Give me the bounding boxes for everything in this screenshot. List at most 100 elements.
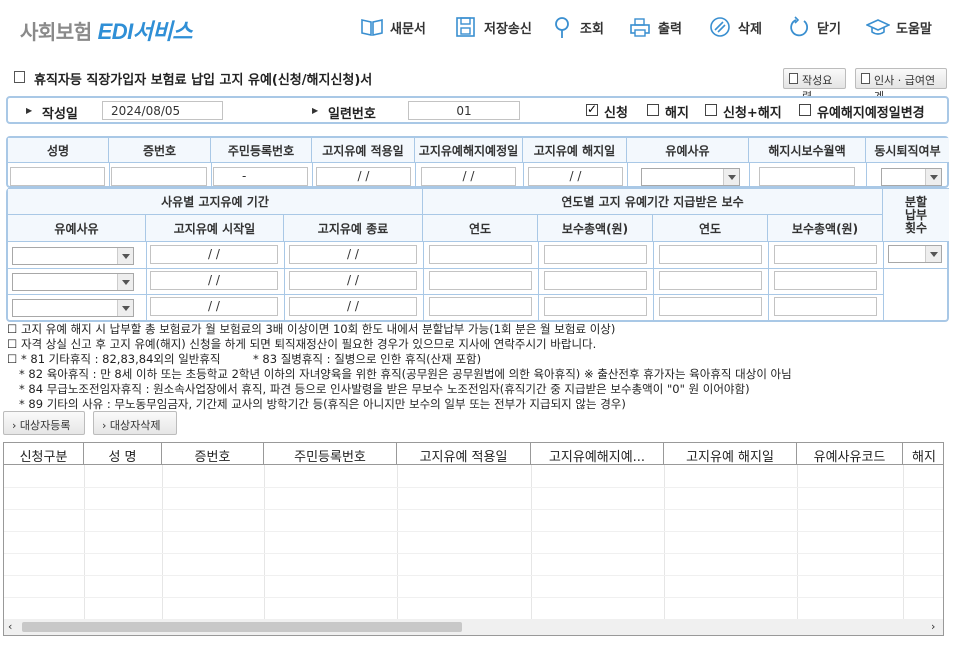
- column-header[interactable]: 고지유예 해지일: [664, 443, 797, 465]
- column-header[interactable]: 고지유예해지예...: [531, 443, 664, 465]
- delete-icon: [708, 15, 732, 39]
- register-target-label: 대상자등록: [19, 419, 71, 432]
- nav-new-document[interactable]: 새문서: [360, 14, 426, 40]
- year-input[interactable]: [659, 245, 762, 264]
- notes: ☐ 고지 유예 해지 시 납부할 총 보험료가 월 보험료의 3배 이상이면 1…: [7, 322, 947, 412]
- serial-label: 일련번호: [328, 107, 376, 122]
- row-divider: [8, 268, 949, 269]
- applicant-grid: 성명 증번호 주민등록번호 고지유예 적용일 고지유예해지예정일 고지유예 해지…: [6, 136, 949, 188]
- scrollbar-thumb[interactable]: [22, 622, 462, 632]
- year-input[interactable]: [659, 297, 762, 316]
- document-icon: [14, 71, 25, 83]
- hr-link-button[interactable]: 인사 · 급여연계: [855, 68, 947, 103]
- cert-no-input[interactable]: [111, 167, 207, 186]
- register-target-button[interactable]: › 대상자등록: [3, 411, 85, 435]
- end-date-input[interactable]: / /: [289, 245, 417, 264]
- row-divider: [8, 294, 883, 295]
- nav-label: 새문서: [390, 21, 426, 37]
- retire-select[interactable]: [881, 168, 942, 186]
- planned-cancel-date-input[interactable]: / /: [421, 167, 516, 186]
- header-year-2: 연도: [653, 215, 768, 242]
- date-label: 작성일: [42, 107, 78, 122]
- divider: [627, 163, 628, 188]
- date-field[interactable]: 2024/08/05: [102, 101, 223, 120]
- cancel-checkbox[interactable]: [647, 104, 659, 116]
- period-grid: 사유별 고지유예 기간 연도별 고지 유예기간 지급받은 보수 분할납부횟수 유…: [6, 188, 949, 322]
- column-header[interactable]: 증번호: [162, 443, 264, 465]
- reason-select[interactable]: [12, 247, 134, 265]
- pay-total-input[interactable]: [544, 297, 647, 316]
- nav-save-send[interactable]: 저장송신: [454, 14, 532, 40]
- column-header[interactable]: 신청구분: [4, 443, 84, 465]
- help-cap-icon: [865, 15, 891, 39]
- reason-select[interactable]: [641, 168, 740, 186]
- row-divider: [4, 597, 943, 598]
- pay-total-input[interactable]: [544, 271, 647, 290]
- year-input[interactable]: [659, 271, 762, 290]
- header-cancel-date: 고지유예 해지일: [523, 138, 627, 163]
- target-table: 신청구분 성 명 증번호 주민등록번호 고지유예 적용일 고지유예해지예... …: [3, 442, 944, 636]
- note-text: * 84 무급노조전임자휴직 : 원소속사업장에서 휴직, 파견 등으로 인사발…: [19, 382, 750, 396]
- column-header[interactable]: 해지: [903, 443, 943, 465]
- rrn-input[interactable]: -: [213, 167, 308, 186]
- column-header[interactable]: 성 명: [84, 443, 162, 465]
- pay-total-input[interactable]: [544, 245, 647, 264]
- document-icon: [861, 73, 870, 84]
- arrow-icon: ▶: [26, 106, 33, 115]
- delete-target-button[interactable]: › 대상자삭제: [93, 411, 177, 435]
- start-date-input[interactable]: / /: [150, 245, 278, 264]
- document-icon: [789, 73, 798, 84]
- start-date-input[interactable]: / /: [150, 297, 278, 316]
- row-divider: [4, 531, 943, 532]
- monthly-pay-input[interactable]: [759, 167, 855, 186]
- header-start-date: 고지유예 시작일: [146, 215, 284, 242]
- divider: [415, 163, 416, 188]
- pay-total-input[interactable]: [774, 271, 877, 290]
- apply-date-input[interactable]: / /: [316, 167, 411, 186]
- column-header[interactable]: 고지유예 적용일: [397, 443, 531, 465]
- pay-total-input[interactable]: [774, 297, 877, 316]
- row-divider: [4, 575, 943, 576]
- installments-select[interactable]: [888, 245, 942, 263]
- note-line: * 89 기타의 사유 : 무노동무임금자, 기간제 교사의 방학기간 등(휴직…: [7, 397, 947, 412]
- name-input[interactable]: [10, 167, 105, 186]
- chevron-right-icon[interactable]: ›: [931, 620, 935, 633]
- serial-field[interactable]: 01: [408, 101, 520, 120]
- cancel-date-input[interactable]: / /: [528, 167, 623, 186]
- header-period: 사유별 고지유예 기간: [8, 188, 423, 215]
- chevron-left-icon[interactable]: ‹: [8, 620, 12, 633]
- nav-print[interactable]: 출력: [628, 14, 682, 40]
- nav-label: 출력: [658, 21, 682, 37]
- nav-help[interactable]: 도움말: [865, 14, 932, 40]
- row-divider: [4, 487, 943, 488]
- nav-delete[interactable]: 삭제: [708, 14, 762, 40]
- horizontal-scrollbar[interactable]: ‹ ›: [4, 619, 943, 635]
- header-year-1: 연도: [423, 215, 538, 242]
- date-change-label: 유예해지예정일변경: [817, 106, 925, 121]
- apply-checkbox[interactable]: [586, 102, 598, 116]
- column-header[interactable]: 유예사유코드: [797, 443, 903, 465]
- divider: [109, 163, 110, 188]
- nav-close[interactable]: 닫기: [787, 14, 841, 40]
- logo-text-1: 사회보험: [20, 22, 92, 44]
- nav-label: 삭제: [738, 21, 762, 37]
- apply-cancel-checkbox[interactable]: [705, 104, 717, 116]
- divider: [749, 163, 750, 188]
- delete-target-label: 대상자삭제: [109, 419, 161, 432]
- year-input[interactable]: [429, 245, 532, 264]
- reason-select[interactable]: [12, 299, 134, 317]
- guide-button[interactable]: 작성요령: [783, 68, 846, 103]
- note-text: * 82 육아휴직 : 만 8세 이하 또는 초등학교 2학년 이하의 자녀양육…: [19, 367, 792, 381]
- reason-select[interactable]: [12, 273, 134, 291]
- pay-total-input[interactable]: [774, 245, 877, 264]
- date-change-checkbox[interactable]: [799, 104, 811, 116]
- logo-text-2: EDI서비스: [97, 19, 193, 44]
- column-header[interactable]: 주민등록번호: [264, 443, 397, 465]
- nav-search[interactable]: 조회: [550, 14, 604, 40]
- year-input[interactable]: [429, 297, 532, 316]
- year-input[interactable]: [429, 271, 532, 290]
- start-date-input[interactable]: / /: [150, 271, 278, 290]
- note-line: * 82 육아휴직 : 만 8세 이하 또는 초등학교 2학년 이하의 자녀양육…: [7, 367, 947, 382]
- end-date-input[interactable]: / /: [289, 271, 417, 290]
- end-date-input[interactable]: / /: [289, 297, 417, 316]
